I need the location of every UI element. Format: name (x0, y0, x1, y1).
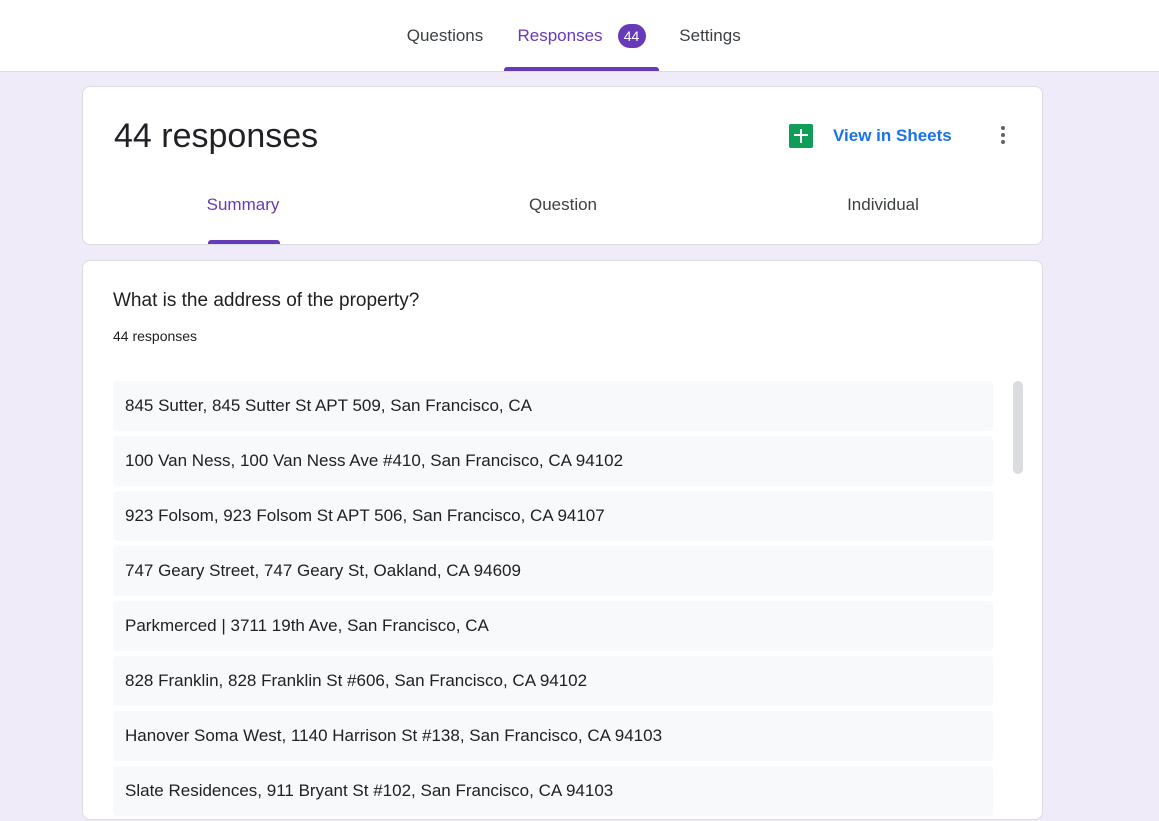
list-item: Hanover Soma West, 1140 Harrison St #138… (113, 711, 993, 761)
active-subtab-indicator (208, 240, 280, 244)
question-title: What is the address of the property? (113, 290, 420, 311)
response-list-scrollbar[interactable] (1013, 381, 1023, 474)
responses-count-badge: 44 (617, 23, 646, 48)
tab-summary-label: Summary (206, 195, 280, 214)
more-vert-icon (1001, 126, 1005, 130)
view-in-sheets-label: View in Sheets (833, 126, 952, 145)
list-item: 747 Geary Street, 747 Geary St, Oakland,… (113, 546, 993, 596)
list-item: Slate Residences, 911 Bryant St #102, Sa… (113, 766, 993, 816)
tab-settings-label: Settings (679, 25, 741, 45)
list-item: 828 Franklin, 828 Franklin St #606, San … (113, 656, 993, 706)
tab-responses-label: Responses (517, 25, 603, 45)
tab-question[interactable]: Question (403, 195, 723, 245)
tab-responses[interactable]: Responses 44 (504, 0, 659, 71)
view-in-sheets-button[interactable]: View in Sheets (789, 121, 952, 151)
page-title: 44 responses (114, 117, 319, 155)
question-summary-card: What is the address of the property? 44 … (82, 260, 1043, 820)
response-list: 845 Sutter, 845 Sutter St APT 509, San F… (113, 381, 993, 821)
top-nav-bar: Questions Responses 44 Settings (0, 0, 1159, 72)
more-options-button[interactable] (991, 120, 1015, 150)
tab-summary[interactable]: Summary (83, 195, 403, 245)
tab-individual-label: Individual (847, 195, 919, 214)
list-item: 845 Sutter, 845 Sutter St APT 509, San F… (113, 381, 993, 431)
list-item: 100 Van Ness, 100 Van Ness Ave #410, San… (113, 436, 993, 486)
active-tab-indicator (504, 67, 659, 71)
tab-questions-label: Questions (406, 25, 484, 45)
tab-individual[interactable]: Individual (723, 195, 1043, 245)
tab-question-label: Question (528, 195, 598, 214)
tab-settings[interactable]: Settings (665, 0, 755, 71)
tab-questions[interactable]: Questions (392, 0, 498, 71)
question-response-count: 44 responses (113, 328, 198, 344)
google-sheets-icon (789, 124, 813, 148)
list-item: 923 Folsom, 923 Folsom St APT 506, San F… (113, 491, 993, 541)
list-item: Parkmerced | 3711 19th Ave, San Francisc… (113, 601, 993, 651)
responses-header-card: 44 responses View in Sheets Summary Ques… (82, 86, 1043, 245)
